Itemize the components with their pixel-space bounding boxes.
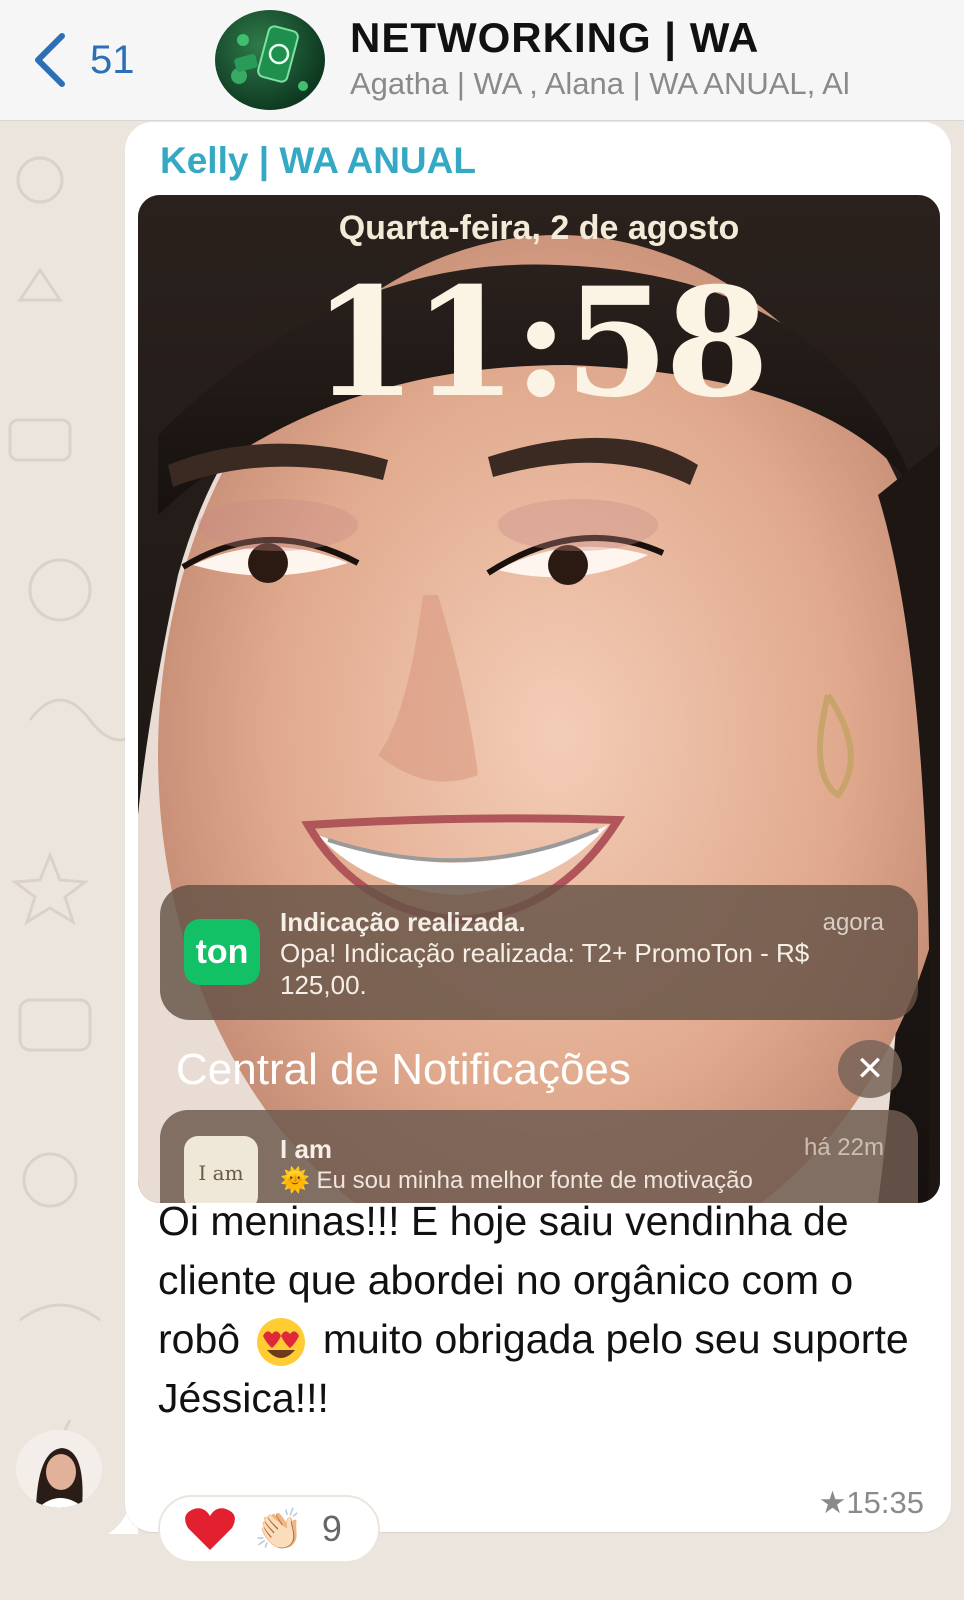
notification-title: Indicação realizada. — [280, 907, 526, 937]
message-image[interactable]: Quarta-feira, 2 de agosto 11:58 ton Indi… — [138, 195, 940, 1203]
close-icon: ✕ — [838, 1040, 902, 1098]
notification2-body: 🌞 Eu sou minha melhor fonte de motivação — [280, 1167, 753, 1194]
reactions-pill[interactable]: 👏🏻 9 — [158, 1495, 380, 1563]
notification2-title: I am — [280, 1134, 333, 1164]
group-title[interactable]: NETWORKING | WA — [350, 14, 759, 62]
heart-eyes-icon — [257, 1318, 306, 1367]
lockscreen-date: Quarta-feira, 2 de agosto — [338, 209, 740, 247]
whatsapp-phone-icon — [231, 25, 308, 91]
message-time: ★15:35 — [818, 1485, 924, 1520]
lockscreen-time: 11:58 — [312, 255, 770, 431]
notification2-time: há 22m — [803, 1134, 884, 1161]
group-avatar[interactable] — [215, 10, 325, 110]
chat-header: 51 NETWORKING | WA Agatha | WA , Alana |… — [0, 0, 964, 121]
sender-avatar[interactable] — [16, 1430, 102, 1508]
notification-center-title: Central de Notificações — [176, 1045, 631, 1094]
sender-name[interactable]: Kelly | WA ANUAL — [160, 140, 476, 182]
avatar-photo — [16, 1430, 102, 1508]
iam-notification: I am I am há 22m 🌞 Eu sou minha melhor f… — [160, 1110, 918, 1203]
notification-time: agora — [822, 909, 884, 936]
ton-notification: ton Indicação realizada. agora Opa! Indi… — [160, 885, 918, 1020]
back-button[interactable]: 51 — [30, 30, 160, 90]
heart-icon — [185, 1508, 235, 1550]
clap-icon: 👏🏻 — [254, 1507, 304, 1552]
notification-body: Opa! Indicação realizada: T2+ PromoTon -… — [280, 938, 810, 1000]
unread-count: 51 — [90, 37, 135, 82]
chevron-left-icon — [35, 33, 65, 87]
ton-app-icon: ton — [184, 919, 260, 985]
group-members[interactable]: Agatha | WA , Alana | WA ANUAL, Al — [350, 66, 964, 102]
reaction-count: 9 — [321, 1508, 342, 1549]
message-text[interactable]: Oi meninas!!! E hoje saiu vendinha de cl… — [158, 1192, 928, 1428]
